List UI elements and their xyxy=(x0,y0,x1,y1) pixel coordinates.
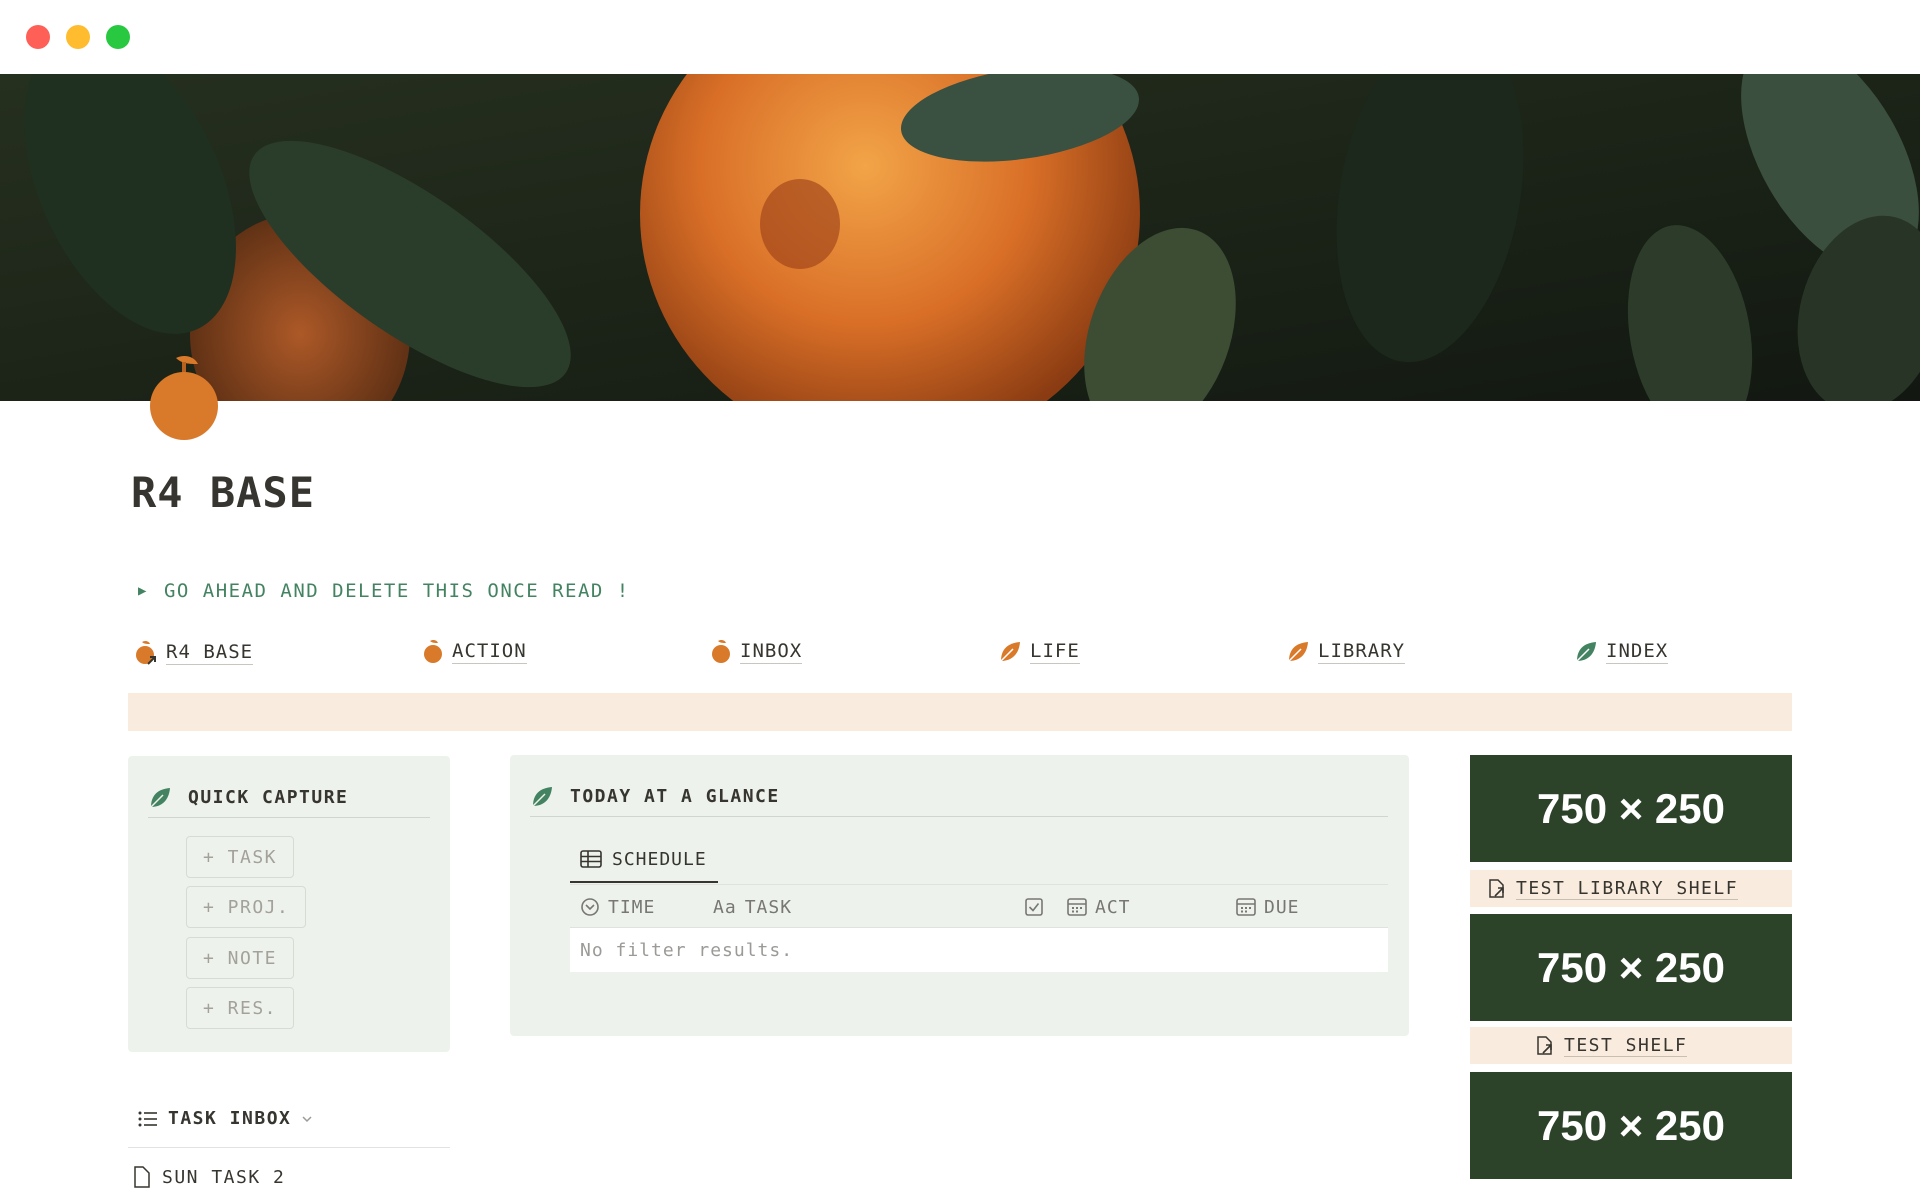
table-icon xyxy=(580,850,602,868)
add-task-button[interactable]: + TASK xyxy=(186,836,295,878)
page-orange-icon[interactable] xyxy=(146,352,222,442)
nav-item-r4-base[interactable]: R4 BASE xyxy=(134,640,254,666)
toggle-text: GO AHEAD AND DELETE THIS ONCE READ ! xyxy=(163,580,630,602)
text-icon: Aa xyxy=(713,896,737,918)
quick-capture-header: QUICK CAPTURE xyxy=(148,778,430,818)
list-icon xyxy=(138,1111,157,1126)
read-me-toggle[interactable]: ▶ GO AHEAD AND DELETE THIS ONCE READ ! xyxy=(138,580,630,602)
leaf-icon xyxy=(1576,642,1596,662)
add-note-button[interactable]: + NOTE xyxy=(186,937,295,979)
add-project-button[interactable]: + PROJ. xyxy=(186,886,307,928)
task-inbox-view-header[interactable]: TASK INBOX xyxy=(138,1108,313,1129)
cover-photo-orange-tree xyxy=(0,74,1920,401)
close-window-button[interactable] xyxy=(26,25,50,49)
column-due[interactable]: DUE xyxy=(1236,885,1300,929)
calendar-icon xyxy=(1067,898,1087,916)
placeholder-image[interactable]: 750 × 250 xyxy=(1470,755,1792,862)
toggle-triangle-icon[interactable]: ▶ xyxy=(138,583,148,599)
nav-item-action[interactable]: ACTION xyxy=(422,640,527,664)
nav-item-inbox[interactable]: INBOX xyxy=(710,640,803,664)
leaf-icon xyxy=(1000,642,1020,662)
divider xyxy=(128,1147,450,1148)
peach-divider-block xyxy=(128,693,1792,731)
column-act[interactable]: ACT xyxy=(1067,885,1131,929)
page-icon xyxy=(134,1166,150,1188)
placeholder-image[interactable]: 750 × 250 xyxy=(1470,914,1792,1021)
nav-item-library[interactable]: LIBRARY xyxy=(1286,640,1406,664)
tab-schedule[interactable]: SCHEDULE xyxy=(570,837,718,883)
minimize-window-button[interactable] xyxy=(66,25,90,49)
column-time[interactable]: TIME xyxy=(580,885,655,929)
today-title: TODAY AT A GLANCE xyxy=(570,786,780,807)
shelf-link-test-library[interactable]: TEST LIBRARY SHELF xyxy=(1470,870,1792,907)
task-inbox-title: TASK INBOX xyxy=(168,1108,292,1129)
page-title[interactable]: R4 BASE xyxy=(131,468,315,517)
leaf-icon xyxy=(1288,642,1308,662)
column-task[interactable]: Aa TASK xyxy=(713,885,792,929)
page-link-icon xyxy=(1537,1035,1552,1055)
page-link-icon xyxy=(1489,878,1504,898)
leaf-icon xyxy=(150,787,170,808)
schedule-table-header: TIME Aa TASK ACT DUE xyxy=(570,884,1388,928)
cover-image[interactable] xyxy=(0,74,1920,401)
chevron-down-icon[interactable] xyxy=(301,1114,313,1124)
today-at-a-glance-panel: TODAY AT A GLANCE SCHEDULE TIME Aa TASK xyxy=(510,755,1409,1036)
add-resource-button[interactable]: + RES. xyxy=(186,987,295,1029)
nav-item-life[interactable]: LIFE xyxy=(998,640,1080,664)
orange-icon xyxy=(424,640,442,663)
quick-capture-title: QUICK CAPTURE xyxy=(188,787,349,808)
placeholder-image[interactable]: 750 × 250 xyxy=(1470,1072,1792,1179)
shelf-link-test[interactable]: TEST SHELF xyxy=(1470,1027,1792,1064)
window-titlebar xyxy=(0,0,1920,74)
page-navigation: R4 BASE ACTION INBOX LIFE LIBRARY INDEX xyxy=(134,640,1794,674)
column-checkbox[interactable] xyxy=(1025,885,1043,929)
today-header: TODAY AT A GLANCE xyxy=(530,777,1388,817)
zoom-window-button[interactable] xyxy=(106,25,130,49)
orange-link-icon xyxy=(136,640,156,665)
leaf-icon xyxy=(532,786,552,807)
orange-icon xyxy=(712,640,730,663)
no-filter-results: No filter results. xyxy=(570,928,1388,972)
checkbox-icon xyxy=(1025,898,1043,916)
clock-icon xyxy=(581,898,599,916)
quick-capture-panel: QUICK CAPTURE + TASK + PROJ. + NOTE + RE… xyxy=(128,756,450,1052)
list-item[interactable]: SUN TASK 2 xyxy=(132,1166,285,1188)
nav-item-index[interactable]: INDEX xyxy=(1574,640,1669,664)
calendar-icon xyxy=(1236,898,1256,916)
